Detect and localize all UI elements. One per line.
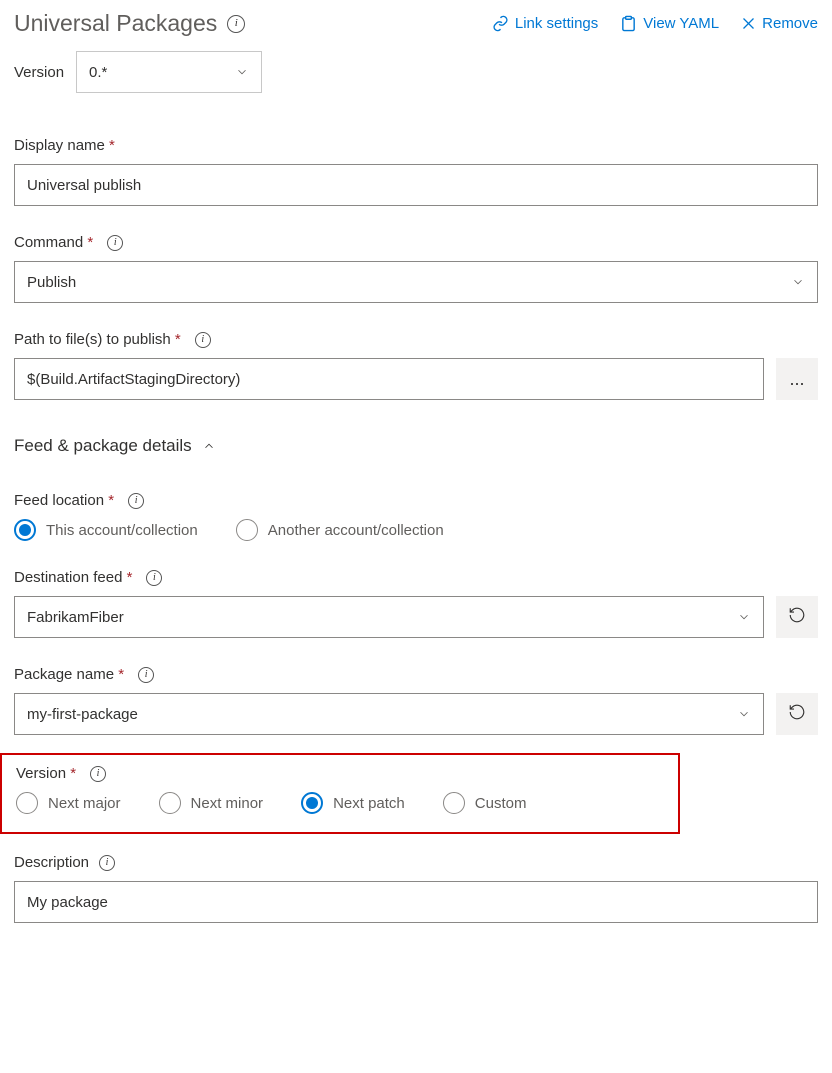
feed-location-label-row: Feed location * i [14, 492, 818, 509]
info-icon[interactable]: i [138, 667, 154, 683]
path-input[interactable] [14, 358, 764, 400]
version-selector-row: Version 0.* [14, 51, 818, 93]
command-value: Publish [27, 274, 76, 291]
radio-next-major[interactable]: Next major [16, 792, 121, 814]
section-header-feed-details[interactable]: Feed & package details [14, 428, 818, 464]
package-name-value: my-first-package [27, 706, 138, 723]
version-selector-value: 0.* [89, 64, 107, 81]
description-label-row: Description i [14, 854, 818, 871]
required-marker: * [118, 666, 124, 683]
chevron-down-icon [737, 707, 751, 721]
title-group: Universal Packages i [14, 10, 245, 37]
destination-feed-dropdown[interactable]: FabrikamFiber [14, 596, 764, 638]
destination-feed-label: Destination feed [14, 569, 122, 586]
chevron-up-icon [202, 439, 216, 453]
refresh-icon [788, 606, 806, 629]
destination-feed-field: Destination feed * i FabrikamFiber [14, 569, 818, 638]
link-settings-link[interactable]: Link settings [492, 15, 598, 32]
close-icon [741, 16, 756, 31]
description-label: Description [14, 854, 89, 871]
display-name-input[interactable] [14, 164, 818, 206]
radio-other-account[interactable]: Another account/collection [236, 519, 444, 541]
link-bar: Link settings View YAML Remove [492, 15, 818, 32]
refresh-icon [788, 703, 806, 726]
package-name-field: Package name * i my-first-package [14, 666, 818, 735]
browse-button[interactable]: ... [776, 358, 818, 400]
view-yaml-label: View YAML [643, 15, 719, 32]
version-selector-label: Version [14, 64, 64, 81]
info-icon[interactable]: i [227, 15, 245, 33]
view-yaml-link[interactable]: View YAML [620, 15, 719, 32]
destination-feed-value: FabrikamFiber [27, 609, 124, 626]
display-name-label-row: Display name * [14, 137, 818, 154]
required-marker: * [127, 569, 133, 586]
description-field: Description i [14, 854, 818, 923]
display-name-field: Display name * [14, 137, 818, 206]
required-marker: * [87, 234, 93, 251]
header-row: Universal Packages i Link settings View … [14, 10, 818, 37]
radio-this-account[interactable]: This account/collection [14, 519, 198, 541]
version-radios: Next major Next minor Next patch Custom [16, 792, 664, 814]
required-marker: * [70, 765, 76, 782]
radio-icon [301, 792, 323, 814]
radio-icon [16, 792, 38, 814]
required-marker: * [175, 331, 181, 348]
package-name-label-row: Package name * i [14, 666, 818, 683]
feed-location-radios: This account/collection Another account/… [14, 519, 818, 541]
radio-this-label: This account/collection [46, 522, 198, 539]
path-label-row: Path to file(s) to publish * i [14, 331, 818, 348]
command-field: Command * i Publish [14, 234, 818, 303]
radio-patch-label: Next patch [333, 795, 405, 812]
radio-custom[interactable]: Custom [443, 792, 527, 814]
required-marker: * [108, 492, 114, 509]
version-label-row: Version * i [16, 765, 664, 782]
version-label: Version [16, 765, 66, 782]
radio-minor-label: Next minor [191, 795, 264, 812]
command-label: Command [14, 234, 83, 251]
refresh-button[interactable] [776, 596, 818, 638]
remove-link[interactable]: Remove [741, 15, 818, 32]
feed-location-field: Feed location * i This account/collectio… [14, 492, 818, 541]
info-icon[interactable]: i [90, 766, 106, 782]
required-marker: * [109, 137, 115, 154]
radio-icon [236, 519, 258, 541]
radio-other-label: Another account/collection [268, 522, 444, 539]
command-label-row: Command * i [14, 234, 818, 251]
info-icon[interactable]: i [146, 570, 162, 586]
chevron-down-icon [791, 275, 805, 289]
path-label: Path to file(s) to publish [14, 331, 171, 348]
radio-next-patch[interactable]: Next patch [301, 792, 405, 814]
radio-icon [159, 792, 181, 814]
command-dropdown[interactable]: Publish [14, 261, 818, 303]
destination-feed-label-row: Destination feed * i [14, 569, 818, 586]
info-icon[interactable]: i [128, 493, 144, 509]
page-title: Universal Packages [14, 10, 217, 37]
version-highlight-box: Version * i Next major Next minor Next p… [0, 753, 680, 834]
link-settings-label: Link settings [515, 15, 598, 32]
radio-major-label: Next major [48, 795, 121, 812]
radio-icon [443, 792, 465, 814]
version-selector-dropdown[interactable]: 0.* [76, 51, 262, 93]
info-icon[interactable]: i [107, 235, 123, 251]
chevron-down-icon [235, 65, 249, 79]
display-name-label: Display name [14, 137, 105, 154]
package-name-label: Package name [14, 666, 114, 683]
clipboard-icon [620, 15, 637, 32]
radio-icon [14, 519, 36, 541]
refresh-button[interactable] [776, 693, 818, 735]
section-title: Feed & package details [14, 436, 192, 456]
link-icon [492, 15, 509, 32]
chevron-down-icon [737, 610, 751, 624]
remove-label: Remove [762, 15, 818, 32]
path-field: Path to file(s) to publish * i ... [14, 331, 818, 400]
feed-location-label: Feed location [14, 492, 104, 509]
package-name-dropdown[interactable]: my-first-package [14, 693, 764, 735]
radio-next-minor[interactable]: Next minor [159, 792, 264, 814]
info-icon[interactable]: i [99, 855, 115, 871]
ellipsis-icon: ... [789, 369, 804, 390]
description-input[interactable] [14, 881, 818, 923]
radio-custom-label: Custom [475, 795, 527, 812]
info-icon[interactable]: i [195, 332, 211, 348]
